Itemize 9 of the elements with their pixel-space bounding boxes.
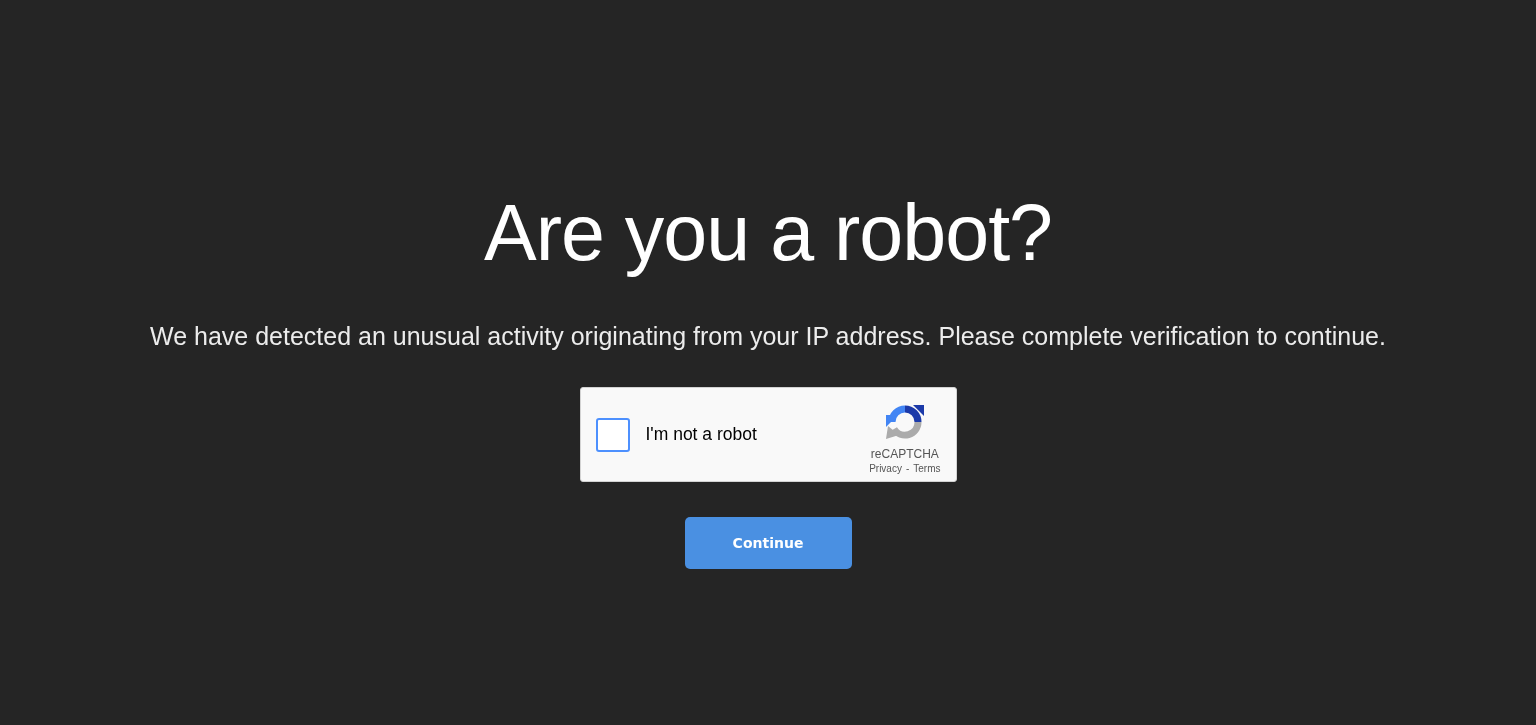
circular-arrows-icon [884,402,925,442]
footer-link[interactable]: Terms [913,463,941,475]
page-heading: Are you a robot? [483,187,1053,279]
brand-label: reCAPTCHA [870,447,939,461]
verification-message: We have detected an unusual activity originating from your IP address. Please complete verification to continue. [150,321,1386,351]
link-separator: - [905,463,910,475]
captcha-checkbox[interactable] [595,417,630,452]
footer-link[interactable]: Privacy [869,463,902,475]
checkbox-label: I'm not a robot [645,424,757,445]
